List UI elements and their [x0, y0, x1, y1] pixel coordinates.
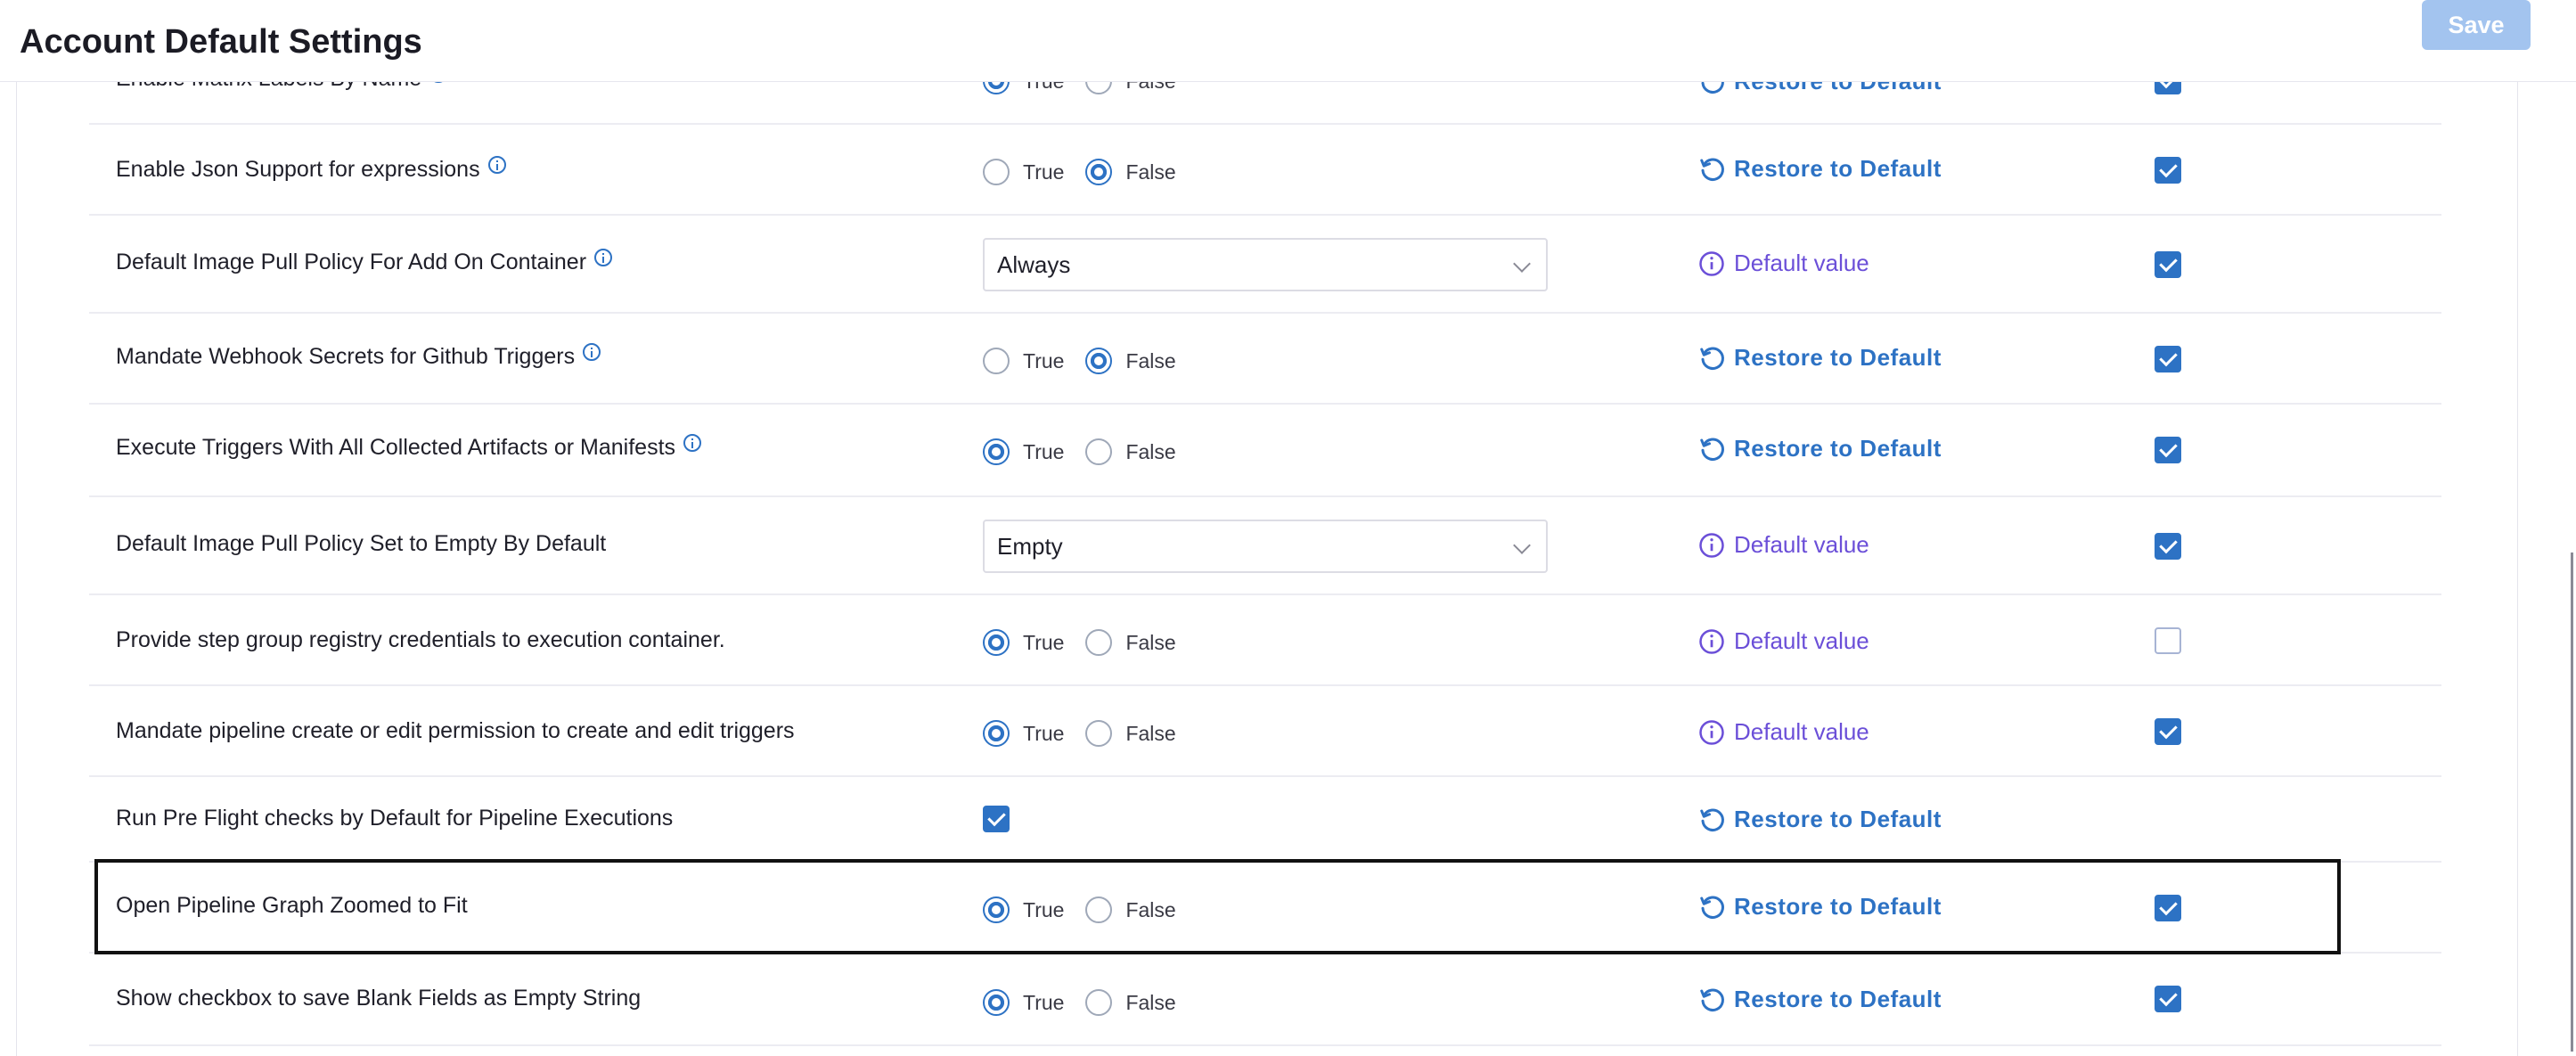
- radio-true[interactable]: [983, 159, 1010, 185]
- setting-row-execute-triggers: Execute Triggers With All Collected Arti…: [89, 405, 2441, 497]
- page-header: Account Default Settings Save: [0, 0, 2576, 82]
- radio-false-label: False: [1125, 721, 1176, 745]
- restore-default-link[interactable]: Restore to Default: [1698, 344, 1942, 372]
- radio-true-label: True: [1023, 160, 1065, 184]
- setting-row-blank-fields: Show checkbox to save Blank Fields as Em…: [89, 954, 2441, 1046]
- radio-false-label: False: [1125, 897, 1176, 921]
- restore-icon: [1700, 896, 1724, 919]
- radio-true-label: True: [1023, 348, 1065, 372]
- radio-true-label: True: [1023, 630, 1065, 654]
- setting-row-pipeline-graph-zoom: Open Pipeline Graph Zoomed to Fit True F…: [89, 863, 2441, 954]
- restore-icon: [1700, 158, 1724, 181]
- radio-false[interactable]: [1085, 348, 1113, 374]
- info-icon[interactable]: [487, 155, 506, 174]
- setting-label: Mandate Webhook Secrets for Github Trigg…: [116, 344, 576, 369]
- radio-true[interactable]: [983, 438, 1010, 465]
- restore-icon: [1700, 347, 1724, 370]
- radio-false[interactable]: [1085, 989, 1113, 1016]
- restore-default-link[interactable]: Restore to Default: [1698, 893, 1942, 921]
- setting-label: Enable Json Support for expressions: [116, 157, 480, 182]
- override-checkbox[interactable]: [2155, 346, 2181, 372]
- default-value-indicator: Default value: [1698, 718, 1869, 746]
- setting-label: Mandate pipeline create or edit permissi…: [116, 718, 795, 743]
- radio-false[interactable]: [1085, 896, 1113, 923]
- info-icon[interactable]: [583, 342, 601, 361]
- radio-false-label: False: [1125, 439, 1176, 463]
- radio-false-label: False: [1125, 348, 1176, 372]
- setting-row-preflight: Run Pre Flight checks by Default for Pip…: [89, 777, 2441, 863]
- override-checkbox[interactable]: [2155, 157, 2181, 184]
- preflight-checkbox[interactable]: [983, 806, 1010, 832]
- setting-row-webhook-secrets: Mandate Webhook Secrets for Github Trigg…: [89, 314, 2441, 405]
- override-checkbox[interactable]: [2155, 718, 2181, 745]
- restore-default-link[interactable]: Restore to Default: [1698, 986, 1942, 1013]
- radio-false-label: False: [1125, 630, 1176, 654]
- restore-default-link[interactable]: Restore to Default: [1698, 155, 1942, 183]
- radio-true[interactable]: [983, 629, 1010, 656]
- pull-policy-select[interactable]: Empty: [983, 520, 1548, 573]
- default-value-indicator: Default value: [1698, 250, 1869, 277]
- radio-true[interactable]: [983, 989, 1010, 1016]
- info-icon: [1699, 250, 1724, 276]
- override-checkbox[interactable]: [2155, 437, 2181, 463]
- info-icon[interactable]: [594, 248, 613, 266]
- radio-true[interactable]: [983, 720, 1010, 747]
- setting-row-registry-credentials: Provide step group registry credentials …: [89, 595, 2441, 686]
- setting-row-pull-policy-empty: Default Image Pull Policy Set to Empty B…: [89, 497, 2441, 595]
- restore-icon: [1700, 438, 1724, 461]
- setting-label: Execute Triggers With All Collected Arti…: [116, 435, 676, 460]
- radio-false[interactable]: [1085, 159, 1113, 185]
- radio-false-label: False: [1125, 160, 1176, 184]
- setting-row-pipeline-permission: Mandate pipeline create or edit permissi…: [89, 686, 2441, 777]
- setting-label: Default Image Pull Policy Set to Empty B…: [116, 531, 607, 556]
- setting-row-json-support: Enable Json Support for expressions True…: [89, 125, 2441, 216]
- chevron-down-icon: [1513, 255, 1531, 273]
- restore-icon: [1700, 808, 1724, 831]
- chevron-down-icon: [1513, 536, 1531, 554]
- setting-label: Show checkbox to save Blank Fields as Em…: [116, 986, 642, 1011]
- setting-label: Default Image Pull Policy For Add On Con…: [116, 250, 587, 274]
- setting-label: Provide step group registry credentials …: [116, 627, 725, 652]
- radio-true-label: True: [1023, 990, 1065, 1014]
- radio-false-label: False: [1125, 990, 1176, 1014]
- override-checkbox[interactable]: [2155, 251, 2181, 278]
- info-icon[interactable]: [683, 433, 702, 452]
- scrollbar[interactable]: [2571, 553, 2573, 1052]
- radio-false[interactable]: [1085, 720, 1113, 747]
- restore-icon: [1700, 988, 1724, 1011]
- info-icon: [1699, 628, 1724, 654]
- radio-true[interactable]: [983, 896, 1010, 923]
- setting-label: Run Pre Flight checks by Default for Pip…: [116, 806, 674, 831]
- restore-default-link[interactable]: Restore to Default: [1698, 806, 1942, 833]
- radio-true[interactable]: [983, 348, 1010, 374]
- radio-false[interactable]: [1085, 629, 1113, 656]
- setting-label: Open Pipeline Graph Zoomed to Fit: [116, 893, 468, 918]
- info-icon: [1699, 719, 1724, 745]
- override-checkbox[interactable]: [2155, 627, 2181, 654]
- radio-true-label: True: [1023, 897, 1065, 921]
- radio-true-label: True: [1023, 721, 1065, 745]
- override-checkbox[interactable]: [2155, 986, 2181, 1012]
- info-icon: [1699, 532, 1724, 558]
- save-button[interactable]: Save: [2422, 0, 2531, 50]
- page-title: Account Default Settings: [20, 23, 422, 61]
- restore-default-link[interactable]: Restore to Default: [1698, 435, 1942, 463]
- default-value-indicator: Default value: [1698, 531, 1869, 559]
- override-checkbox[interactable]: [2155, 895, 2181, 921]
- radio-true-label: True: [1023, 439, 1065, 463]
- setting-row-pull-policy-addon: Default Image Pull Policy For Add On Con…: [89, 216, 2441, 314]
- override-checkbox[interactable]: [2155, 533, 2181, 560]
- radio-false[interactable]: [1085, 438, 1113, 465]
- default-value-indicator: Default value: [1698, 627, 1869, 655]
- pull-policy-select[interactable]: Always: [983, 238, 1548, 291]
